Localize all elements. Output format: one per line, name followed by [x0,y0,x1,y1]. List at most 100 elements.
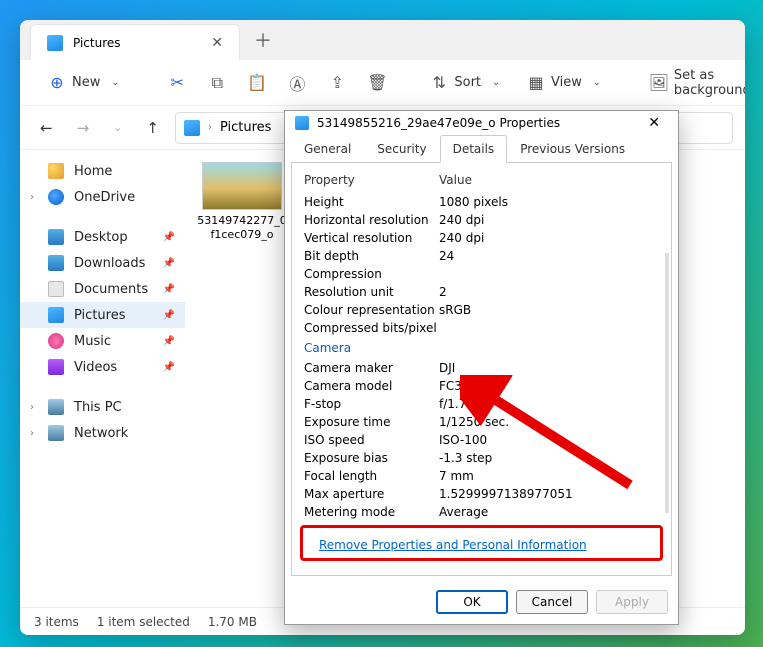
status-selected: 1 item selected [97,615,190,629]
sort-label: Sort [454,75,481,90]
scissors-icon: ✂ [168,74,186,92]
thumbnail-image [202,162,282,210]
breadcrumb-current[interactable]: Pictures [220,120,271,135]
props-list[interactable]: Height1080 pixels Horizontal resolution2… [292,193,671,521]
prop-row: Compressed bits/pixel [292,319,671,337]
dialog-tabs: General Security Details Previous Versio… [285,135,678,163]
pin-icon: 📌 [163,258,175,269]
chevron-down-icon: ⌄ [487,74,505,92]
sidebar-item-music[interactable]: Music📌 [20,328,185,354]
new-button[interactable]: ⊕ New ⌄ [38,68,134,98]
picture-icon: 🖼 [650,74,668,92]
scrollbar[interactable] [665,253,669,513]
prop-row: Horizontal resolution240 dpi [292,211,671,229]
home-icon [48,163,64,179]
share-button[interactable]: ⇪ [318,68,356,98]
prop-row: Height1080 pixels [292,193,671,211]
file-thumbnail[interactable]: 53149742277_0f1cec079_o [197,162,287,243]
sidebar-item-home[interactable]: Home [20,158,185,184]
sidebar-item-pictures[interactable]: Pictures📌 [20,302,185,328]
sidebar-item-thispc[interactable]: ›This PC [20,394,185,420]
dialog-title: 53149855216_29ae47e09e_o Properties [317,116,560,130]
paste-icon: 📋 [248,74,266,92]
sidebar-item-videos[interactable]: Videos📌 [20,354,185,380]
network-icon [48,425,64,441]
cancel-button[interactable]: Cancel [516,590,588,614]
pin-icon: 📌 [163,284,175,295]
up-button[interactable]: ↑ [138,113,167,143]
cut-button[interactable]: ✂ [158,68,196,98]
share-icon: ⇪ [328,74,346,92]
copy-button[interactable]: ⧉ [198,68,236,98]
copy-icon: ⧉ [208,74,226,92]
desktop-icon [48,229,64,245]
chevron-down-icon: ⌄ [588,74,606,92]
chevron-right-icon[interactable]: › [30,402,34,413]
pin-icon: 📌 [163,232,175,243]
music-icon [48,333,64,349]
thumbnail-label: 53149742277_0f1cec079_o [197,214,287,243]
file-icon [295,116,309,130]
chevron-down-icon: ⌄ [106,74,124,92]
dialog-buttons: OK Cancel Apply [285,582,678,624]
prop-row: ISO speedISO-100 [292,431,671,449]
sidebar-item-network[interactable]: ›Network [20,420,185,446]
view-button[interactable]: ▦ View ⌄ [517,68,616,98]
recent-chevron-icon[interactable]: ⌄ [105,115,130,140]
remove-properties-link[interactable]: Remove Properties and Personal Informati… [319,538,587,552]
prop-row: Metering modeAverage [292,503,671,521]
apply-button[interactable]: Apply [596,590,668,614]
forward-button[interactable]: → [69,113,98,143]
documents-icon [48,281,64,297]
prop-row: Focal length7 mm [292,467,671,485]
tab-details[interactable]: Details [440,135,508,163]
view-icon: ▦ [527,74,545,92]
new-tab-button[interactable]: ＋ [240,27,286,53]
back-button[interactable]: ← [32,113,61,143]
close-icon[interactable]: ✕ [211,35,223,51]
header-property: Property [304,173,439,187]
this-pc-icon [48,399,64,415]
delete-button[interactable]: 🗑 [358,68,396,98]
ok-button[interactable]: OK [436,590,508,614]
tab-previous-versions[interactable]: Previous Versions [507,135,638,163]
props-header: Property Value [292,171,671,193]
pin-icon: 📌 [163,310,175,321]
properties-dialog: 53149855216_29ae47e09e_o Properties ✕ Ge… [284,110,679,625]
sort-button[interactable]: ⇅ Sort ⌄ [420,68,515,98]
paste-button[interactable]: 📋 [238,68,276,98]
tab-security[interactable]: Security [364,135,439,163]
prop-row: Compression [292,265,671,283]
header-value: Value [439,173,659,187]
tab-pictures[interactable]: Pictures ✕ [30,24,240,60]
rename-button[interactable]: Ⓐ [278,68,316,98]
set-background-button[interactable]: 🖼 Set as background [640,62,745,104]
pictures-icon [184,120,200,136]
close-button[interactable]: ✕ [640,111,668,135]
sidebar-item-downloads[interactable]: Downloads📌 [20,250,185,276]
chevron-right-icon: › [208,122,212,133]
section-camera: Camera [292,337,671,359]
downloads-icon [48,255,64,271]
tab-title: Pictures [73,36,121,50]
prop-row: Max aperture1.5299997138977051 [292,485,671,503]
prop-row: Resolution unit2 [292,283,671,301]
tab-general[interactable]: General [291,135,364,163]
pictures-icon [48,307,64,323]
nav-sidebar: Home ›OneDrive Desktop📌 Downloads📌 Docum… [20,150,185,607]
plus-circle-icon: ⊕ [48,74,66,92]
dialog-body: Property Value Height1080 pixels Horizon… [291,162,672,576]
prop-row: Exposure time1/1250 sec. [292,413,671,431]
prop-row: Camera makerDJI [292,359,671,377]
dialog-titlebar: 53149855216_29ae47e09e_o Properties ✕ [285,111,678,135]
toolbar: ⊕ New ⌄ ✂ ⧉ 📋 Ⓐ ⇪ 🗑 ⇅ Sort ⌄ ▦ View ⌄ 🖼 … [20,60,745,106]
status-size: 1.70 MB [208,615,257,629]
sidebar-item-onedrive[interactable]: ›OneDrive [20,184,185,210]
chevron-right-icon[interactable]: › [30,428,34,439]
chevron-right-icon[interactable]: › [30,192,34,203]
sidebar-item-desktop[interactable]: Desktop📌 [20,224,185,250]
trash-icon: 🗑 [368,74,386,92]
setbg-label: Set as background [674,68,745,98]
sidebar-item-documents[interactable]: Documents📌 [20,276,185,302]
prop-row: Vertical resolution240 dpi [292,229,671,247]
